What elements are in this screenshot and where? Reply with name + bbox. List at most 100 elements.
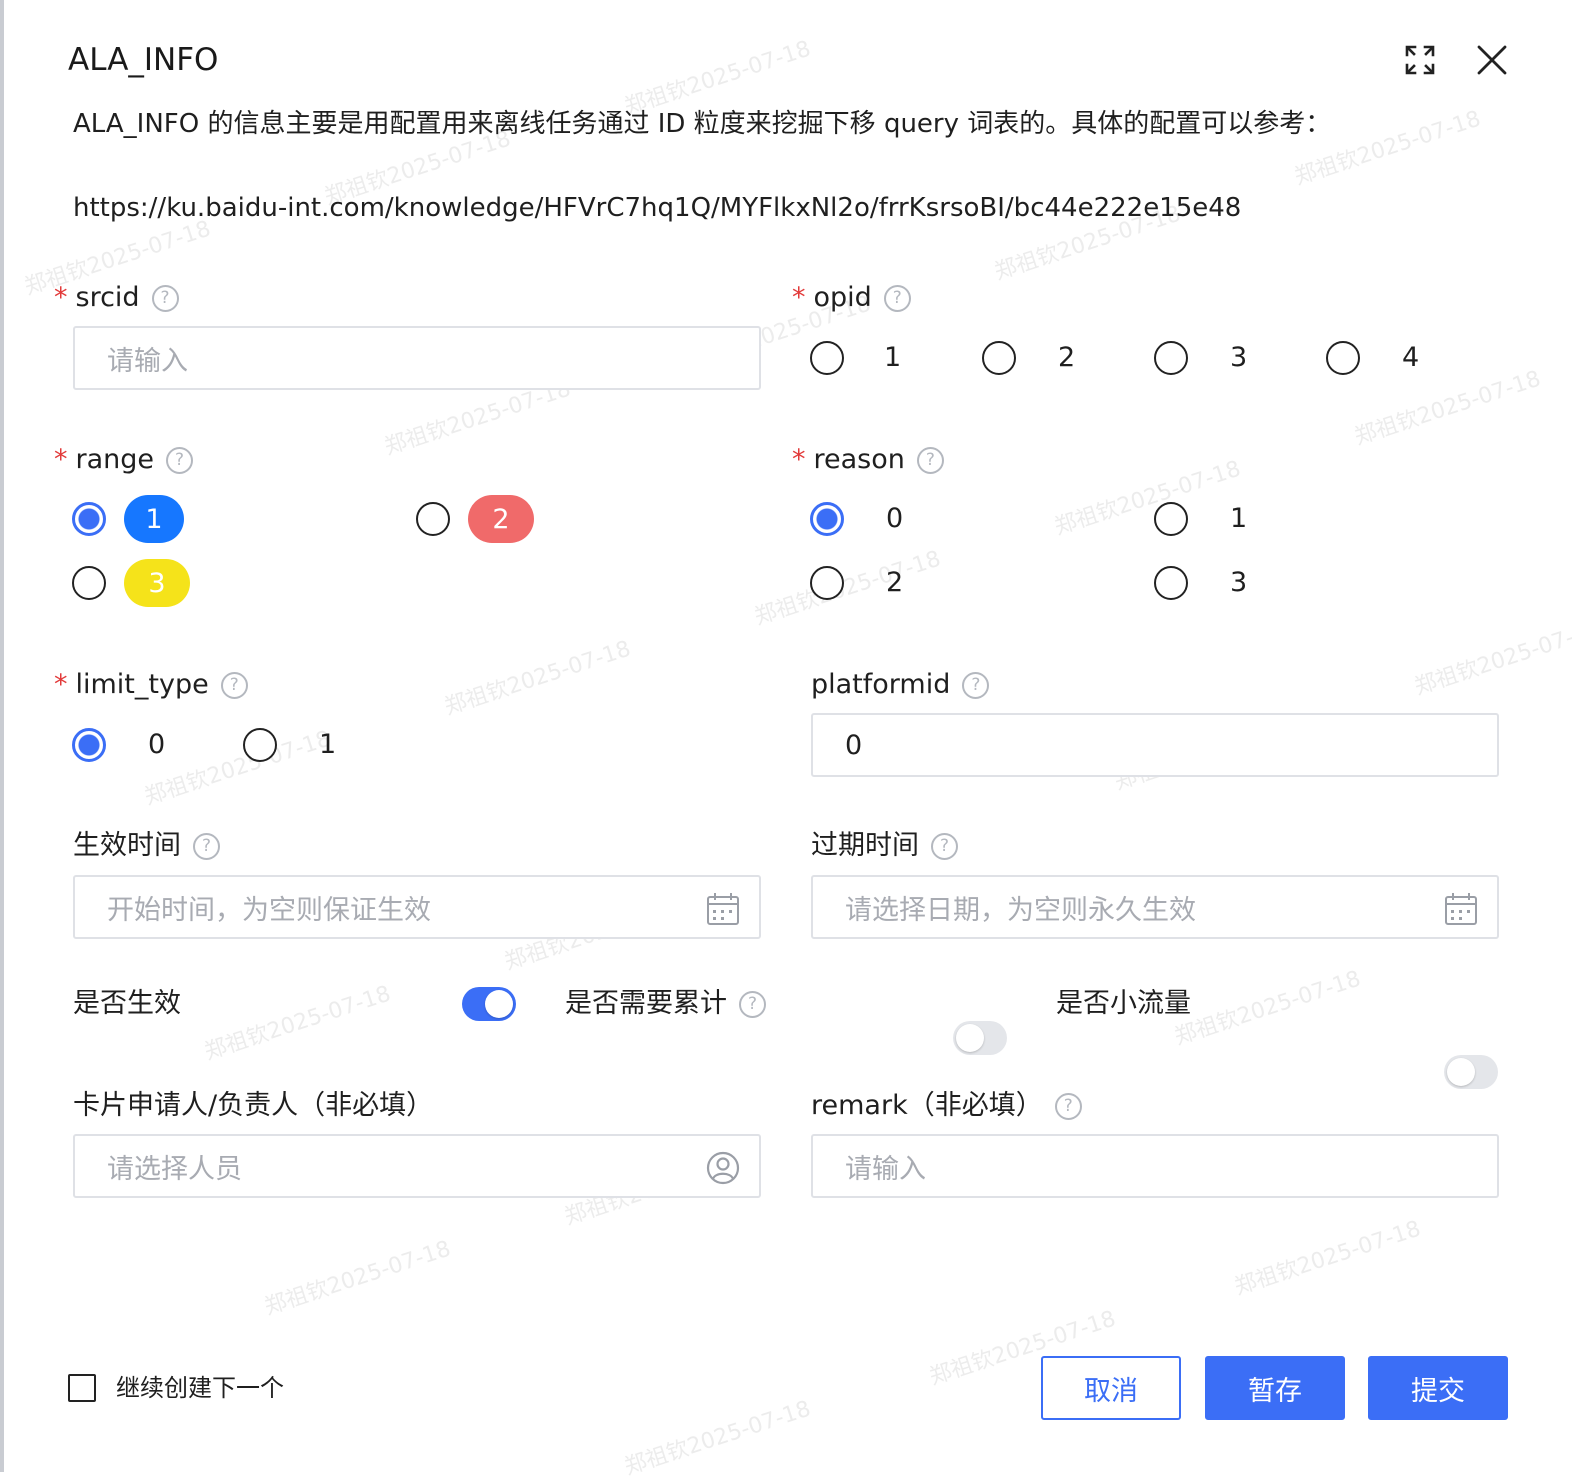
required-mark: * [54,282,68,313]
platformid-label: platformid ? [811,667,990,703]
opid-option-label: 4 [1402,342,1420,373]
range-label: * range ? [54,442,194,478]
srcid-input[interactable]: 请输入 [73,326,761,390]
remark-label-text: remark（非必填） [811,1090,1043,1121]
fullscreen-button[interactable] [1400,40,1440,80]
help-icon[interactable]: ? [220,671,248,699]
watermark: 郑祖钦2025-07-18 [1231,1216,1424,1301]
close-button[interactable] [1472,40,1512,80]
close-icon [1477,45,1507,75]
limit-type-radio-1[interactable] [243,728,277,762]
start-time-picker[interactable]: 开始时间，为空则保证生效 [73,875,761,939]
continue-create-checkbox[interactable] [68,1374,96,1402]
reason-option-label: 3 [1230,567,1248,598]
owner-label-text: 卡片申请人/负责人（非必填） [73,1090,434,1121]
required-mark: * [792,282,806,313]
cancel-button[interactable]: 取消 [1041,1356,1181,1420]
limit-type-option-label: 0 [148,729,166,760]
expire-time-label: 过期时间 ? [811,828,958,864]
watermark: 郑祖钦2025-07-18 [261,1236,454,1321]
fullscreen-icon [1405,45,1435,75]
range-radio-2[interactable] [416,502,450,536]
reason-radio-1[interactable] [1154,502,1188,536]
help-icon[interactable]: ? [1054,1092,1082,1120]
owner-label: 卡片申请人/负责人（非必填） [73,1088,433,1124]
save-draft-button[interactable]: 暂存 [1205,1356,1345,1420]
owner-selector[interactable]: 请选择人员 [73,1134,761,1198]
help-icon[interactable]: ? [916,446,944,474]
required-mark: * [54,444,68,475]
need-accumulate-switch[interactable] [953,1021,1007,1055]
required-mark: * [54,669,68,700]
range-radio-3[interactable] [72,566,106,600]
start-time-label-text: 生效时间 [73,830,181,861]
owner-placeholder: 请选择人员 [107,1153,242,1185]
srcid-label: * srcid ? [54,280,179,316]
start-time-label: 生效时间 ? [73,828,220,864]
required-mark: * [792,444,806,475]
reason-radio-3[interactable] [1154,566,1188,600]
submit-button[interactable]: 提交 [1368,1356,1508,1420]
range-tag-3: 3 [124,559,190,607]
reason-radio-0[interactable] [810,502,844,536]
reason-option-label: 1 [1230,503,1248,534]
expire-time-label-text: 过期时间 [811,830,919,861]
reason-option-label: 2 [886,567,904,598]
remark-placeholder: 请输入 [845,1153,926,1185]
reason-label: * reason ? [792,442,944,478]
platformid-value: 0 [845,729,863,761]
limit-type-label-text: limit_type [75,669,209,700]
remark-input[interactable]: 请输入 [811,1134,1499,1198]
help-icon[interactable]: ? [883,284,911,312]
opid-radio-2[interactable] [982,341,1016,375]
small-traffic-switch[interactable] [1444,1055,1498,1089]
watermark: 郑祖钦2025-07-18 [751,546,944,631]
range-radio-1[interactable] [72,502,106,536]
dialog-title: ALA_INFO [68,42,219,78]
srcid-label-text: srcid [75,282,140,313]
reason-radio-2[interactable] [810,566,844,600]
continue-create-label[interactable]: 继续创建下一个 [116,1372,284,1404]
watermark: 郑祖钦2025-07-18 [201,981,394,1066]
limit-type-option-label: 1 [319,729,337,760]
opid-radio-4[interactable] [1326,341,1360,375]
opid-option-label: 1 [884,342,902,373]
platformid-input[interactable]: 0 [811,713,1499,777]
is-effective-switch[interactable] [462,987,516,1021]
expire-time-picker[interactable]: 请选择日期，为空则永久生效 [811,875,1499,939]
opid-label-text: opid [813,282,872,313]
small-traffic-label: 是否小流量 [1056,986,1191,1022]
help-icon[interactable]: ? [151,284,179,312]
start-time-placeholder: 开始时间，为空则保证生效 [107,894,431,926]
help-icon[interactable]: ? [166,446,194,474]
calendar-icon [1445,893,1477,925]
switch-knob [1447,1058,1475,1086]
switch-knob [956,1024,984,1052]
need-accumulate-label: 是否需要累计 ? [565,986,766,1022]
range-label-text: range [75,444,155,475]
range-tag-2: 2 [468,495,534,543]
opid-option-label: 2 [1058,342,1076,373]
watermark: 郑祖钦2025-07-18 [1051,456,1244,541]
calendar-icon [707,893,739,925]
switch-knob [485,990,513,1018]
remark-label: remark（非必填） ? [811,1088,1082,1124]
help-icon[interactable]: ? [931,832,958,860]
opid-radio-3[interactable] [1154,341,1188,375]
limit-type-radio-0[interactable] [72,728,106,762]
help-icon[interactable]: ? [193,832,220,860]
help-icon[interactable]: ? [962,671,990,699]
page-edge [0,0,4,1472]
need-accumulate-label-text: 是否需要累计 [565,988,727,1019]
watermark: 郑祖钦2025-07-18 [621,1396,814,1481]
help-icon[interactable]: ? [739,990,766,1018]
limit-type-label: * limit_type ? [54,667,248,703]
is-effective-label-text: 是否生效 [73,988,181,1019]
opid-label: * opid ? [792,280,911,316]
expire-time-placeholder: 请选择日期，为空则永久生效 [845,894,1196,926]
watermark: 郑祖钦2025-07-18 [1411,616,1572,701]
opid-radio-1[interactable] [810,341,844,375]
reason-option-label: 0 [886,503,904,534]
reference-link[interactable]: https://ku.baidu-int.com/knowledge/HFVrC… [73,191,1241,225]
range-tag-1: 1 [124,495,184,543]
